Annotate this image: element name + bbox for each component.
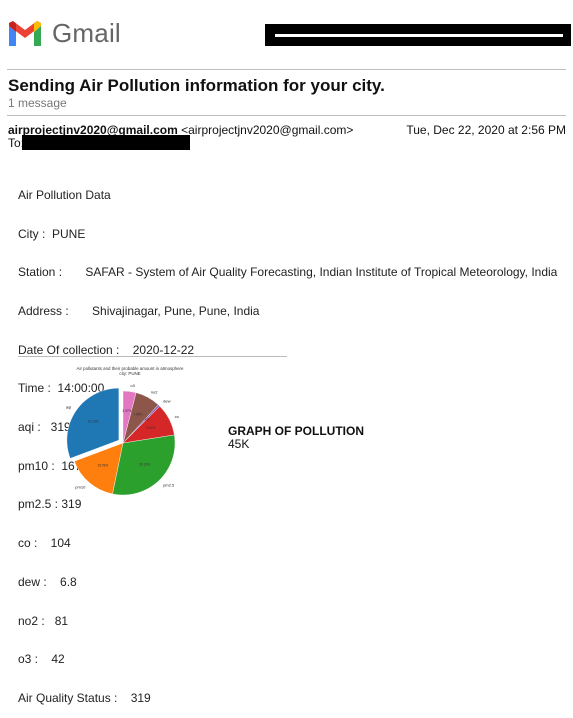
body-line: Address : Shivajinagar, Pune, Pune, Indi… (18, 303, 260, 318)
attachment-size: 45K (228, 437, 250, 451)
pie-category-label: pm10 (75, 485, 86, 490)
pie-percent-label: 30.13% (88, 419, 99, 423)
gmail-wordmark: Gmail (52, 18, 121, 48)
pie-category-label: dew (163, 399, 170, 404)
body-line: o3 : 42 (18, 652, 65, 667)
body-line: City : PUNE (18, 226, 86, 241)
pie-chart: 30.13%aqi15.78%pm1030.13%pm2.59.82%co0.6… (66, 383, 180, 496)
subject-divider (7, 115, 566, 116)
message-count: 1 message (8, 96, 67, 110)
body-line: Air Quality Status : 319 (18, 690, 151, 705)
body-divider (18, 356, 287, 357)
redacted-recipient (22, 135, 190, 150)
chart-title: Air pollutants and their probable amount… (60, 366, 200, 376)
pie-percent-label: 15.78% (97, 464, 108, 468)
chart-subtitle: city: PUNE (119, 371, 141, 376)
body-line: pm2.5 : 319 (18, 497, 82, 512)
header-divider (7, 69, 566, 70)
redacted-account-bar (265, 24, 571, 46)
body-line: Air Pollution Data (18, 187, 111, 202)
pie-category-label: pm2.5 (163, 482, 175, 487)
pollution-chart-image[interactable]: Air pollutants and their probable amount… (60, 366, 200, 496)
body-line: Station : SAFAR - System of Air Quality … (18, 265, 558, 280)
sender-address: <airprojectjnv2020@gmail.com> (181, 123, 354, 137)
body-line: no2 : 81 (18, 613, 69, 628)
email-subject: Sending Air Pollution information for yo… (8, 76, 385, 95)
pie-percent-label: 7.65% (133, 413, 142, 417)
pie-percent-label: 3.97% (122, 409, 131, 413)
attachment-title[interactable]: GRAPH OF POLLUTION (228, 424, 364, 438)
gmail-header: Gmail (0, 0, 573, 70)
pie-category-label: co (175, 414, 180, 419)
body-line: Date Of collection : 2020-12-22 (18, 342, 195, 357)
pie-category-label: aqi (66, 405, 71, 410)
pie-percent-label: 9.82% (146, 426, 155, 430)
body-line: dew : 6.8 (18, 574, 77, 589)
pie-category-label: o3 (130, 383, 135, 388)
email-date: Tue, Dec 22, 2020 at 2:56 PM (406, 123, 566, 137)
body-line: co : 104 (18, 536, 71, 551)
pie-percent-label: 30.13% (139, 463, 150, 467)
pie-category-label: no2 (151, 390, 158, 395)
gmail-logo-icon[interactable] (7, 20, 43, 48)
